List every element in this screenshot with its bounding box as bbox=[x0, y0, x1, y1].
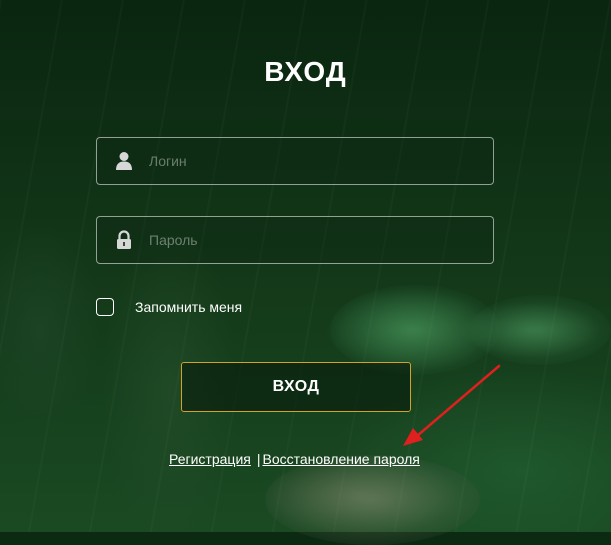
login-button[interactable]: ВХОД bbox=[181, 362, 411, 412]
login-field[interactable] bbox=[96, 137, 494, 185]
lock-icon bbox=[115, 230, 133, 250]
password-input[interactable] bbox=[149, 217, 479, 263]
user-icon bbox=[115, 151, 133, 171]
password-recovery-link[interactable]: Восстановление пароля bbox=[262, 451, 419, 467]
remember-me-label[interactable]: Запомнить меня bbox=[135, 299, 242, 315]
link-separator: | bbox=[256, 451, 261, 467]
background-chip bbox=[470, 295, 611, 365]
auth-links: Регистрация | Восстановление пароля bbox=[169, 451, 420, 467]
login-input[interactable] bbox=[149, 138, 479, 184]
remember-me-row[interactable]: Запомнить меня bbox=[96, 296, 242, 318]
register-link[interactable]: Регистрация bbox=[169, 451, 251, 467]
remember-me-checkbox[interactable] bbox=[96, 298, 114, 316]
password-field[interactable] bbox=[96, 216, 494, 264]
red-arrow-icon bbox=[403, 364, 501, 446]
page-title: ВХОД bbox=[264, 56, 347, 87]
